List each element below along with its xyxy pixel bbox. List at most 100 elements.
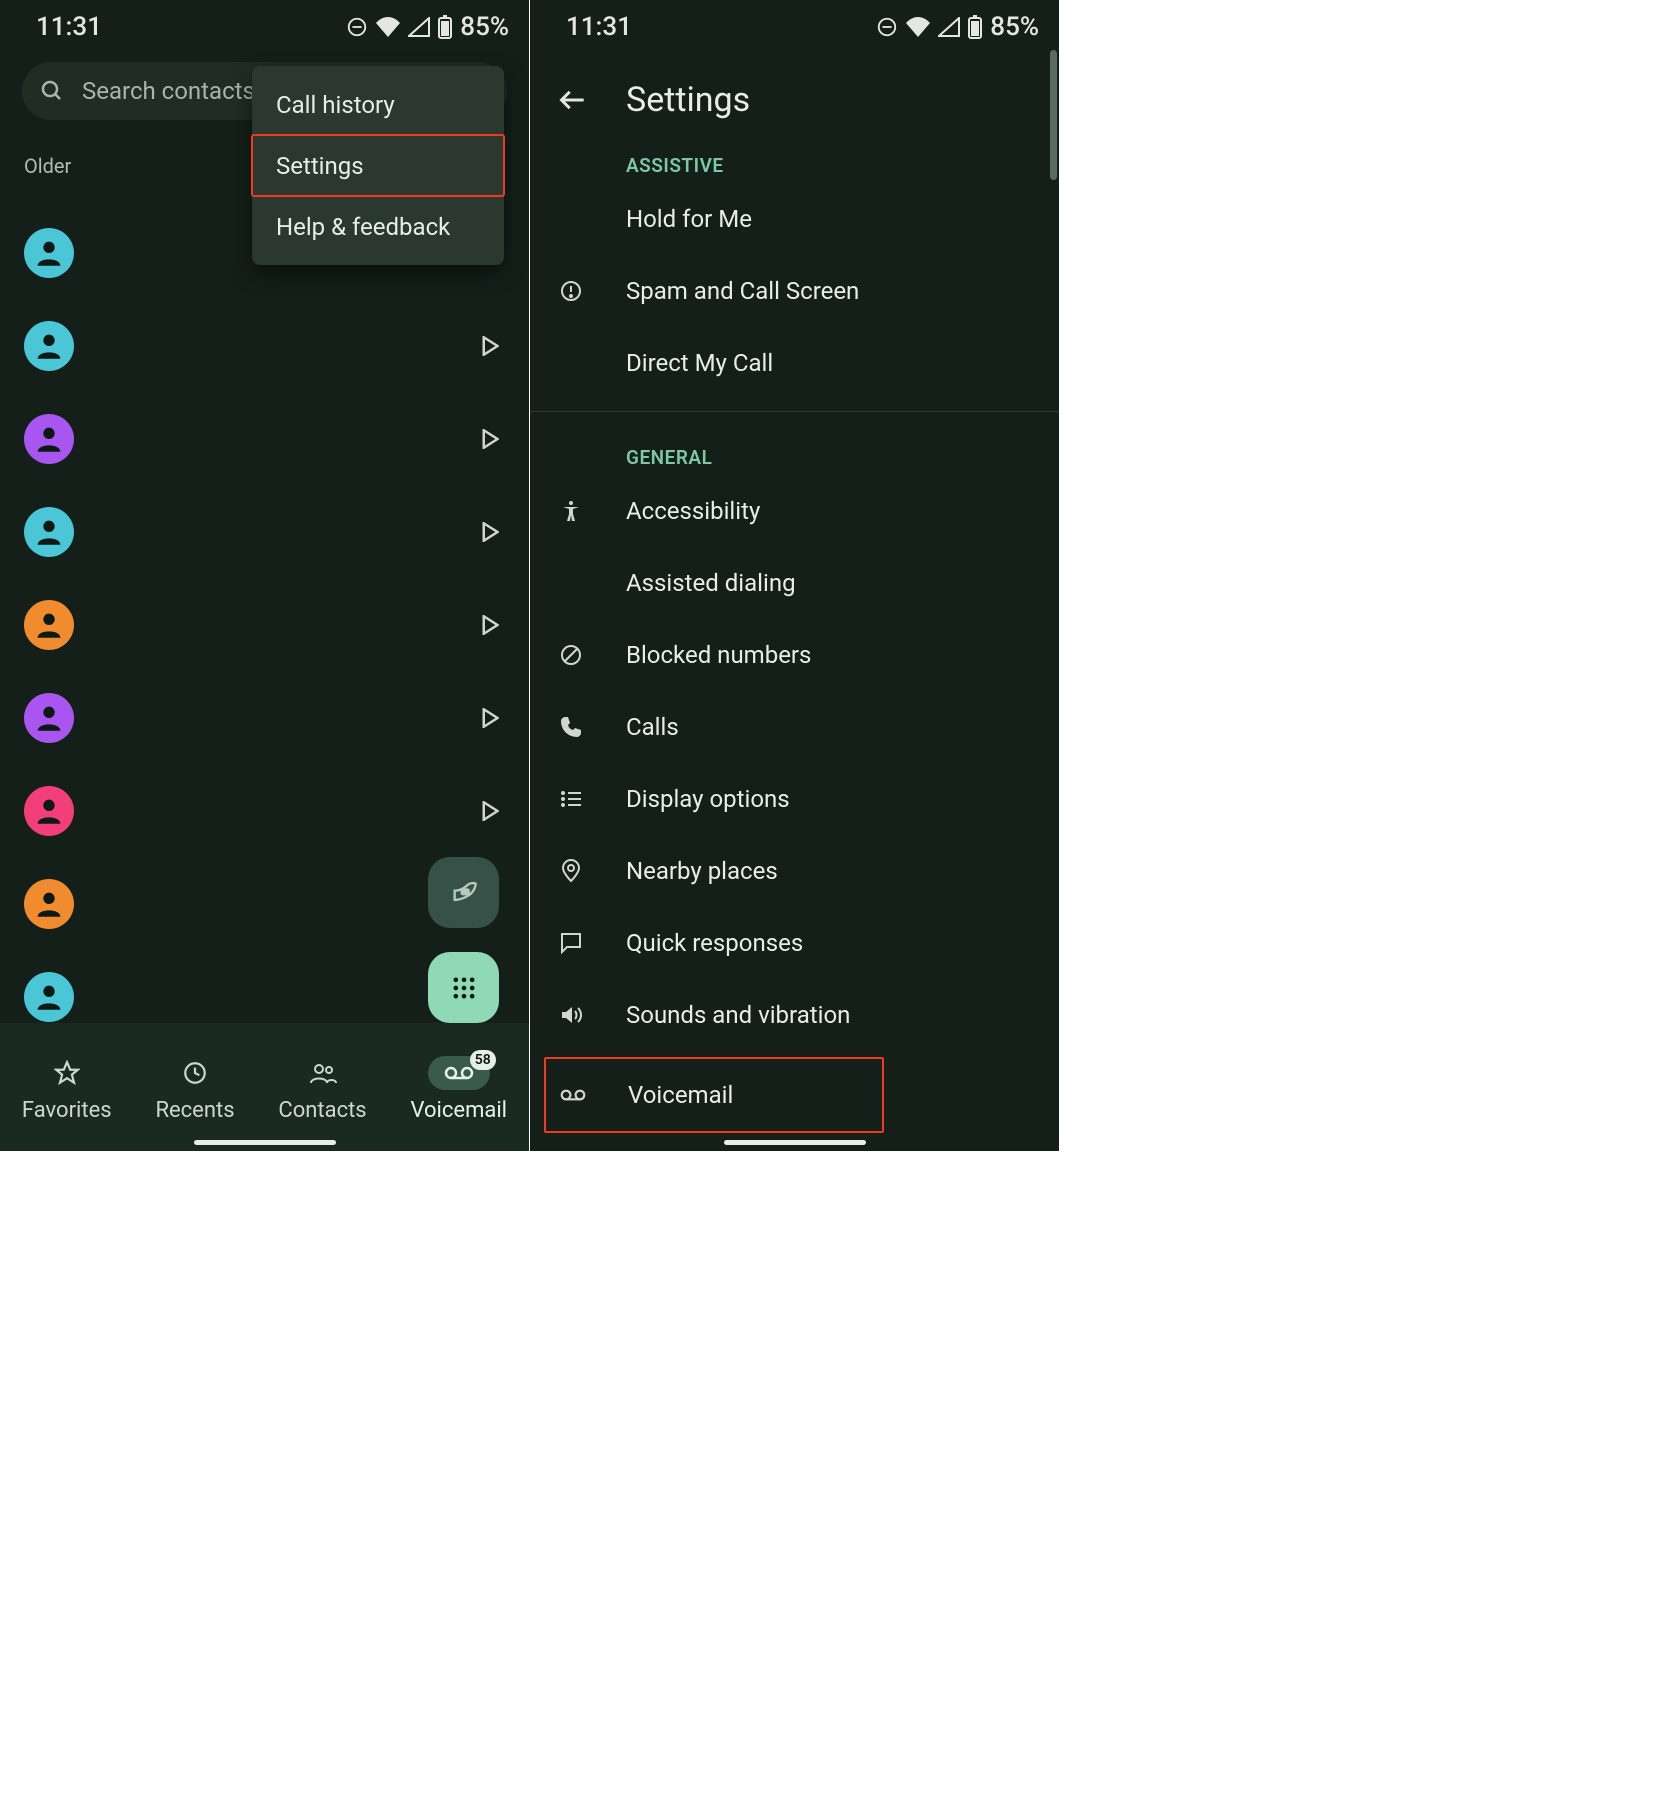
setting-spam-call-screen[interactable]: Spam and Call Screen (530, 255, 1059, 327)
setting-nearby-places[interactable]: Nearby places (530, 835, 1059, 907)
alert-icon (559, 279, 583, 303)
play-icon[interactable] (481, 336, 499, 356)
battery-icon (438, 15, 452, 39)
scrollbar[interactable] (1050, 50, 1057, 180)
play-icon[interactable] (481, 708, 499, 728)
contact-avatar (24, 414, 74, 464)
dnd-icon (876, 16, 898, 38)
people-icon (309, 1060, 337, 1086)
wifi-icon (906, 17, 930, 37)
voicemail-row[interactable] (0, 485, 529, 578)
setting-label: Voicemail (628, 1081, 733, 1109)
tab-recents[interactable]: Recents (155, 1056, 234, 1123)
home-indicator[interactable] (724, 1140, 866, 1145)
signal-icon (938, 17, 960, 37)
menu-help-feedback[interactable]: Help & feedback (252, 196, 504, 257)
setting-display-options[interactable]: Display options (530, 763, 1059, 835)
setting-label: Calls (626, 713, 679, 741)
star-icon (54, 1060, 80, 1086)
play-icon[interactable] (481, 429, 499, 449)
video-icon (450, 879, 478, 907)
tab-label: Recents (155, 1098, 234, 1123)
voicemail-row[interactable] (0, 671, 529, 764)
contact-avatar (24, 879, 74, 929)
dialpad-fab[interactable] (428, 952, 499, 1023)
voicemail-highlight: Voicemail (544, 1057, 884, 1133)
bottom-tabs: Favorites Recents Contacts 58 Voicemail (0, 1023, 529, 1151)
setting-label: Quick responses (626, 929, 803, 957)
pin-icon (559, 859, 583, 883)
setting-direct-my-call[interactable]: Direct My Call (530, 327, 1059, 399)
contact-avatar (24, 600, 74, 650)
contact-avatar (24, 228, 74, 278)
home-indicator[interactable] (194, 1140, 336, 1145)
battery-icon (968, 15, 982, 39)
voicemail-icon (560, 1086, 586, 1104)
battery-percent: 85% (460, 12, 509, 42)
setting-calls[interactable]: Calls (530, 691, 1059, 763)
voicemail-row[interactable] (0, 392, 529, 485)
tab-label: Favorites (22, 1098, 112, 1123)
setting-assisted-dialing[interactable]: Assisted dialing (530, 547, 1059, 619)
battery-percent: 85% (990, 12, 1039, 42)
status-time: 11:31 (36, 12, 102, 42)
setting-blocked-numbers[interactable]: Blocked numbers (530, 619, 1059, 691)
setting-quick-responses[interactable]: Quick responses (530, 907, 1059, 979)
status-time: 11:31 (566, 12, 632, 42)
status-icons: 85% (346, 12, 509, 42)
contact-avatar (24, 507, 74, 557)
tab-contacts[interactable]: Contacts (278, 1056, 366, 1123)
voicemail-row[interactable] (0, 299, 529, 392)
contact-avatar (24, 321, 74, 371)
accessibility-icon (559, 499, 583, 523)
page-title: Settings (626, 80, 750, 120)
menu-settings[interactable]: Settings (252, 135, 504, 196)
status-bar: 11:31 85% (530, 0, 1059, 48)
status-bar: 11:31 85% (0, 0, 529, 48)
phone-settings-screen: 11:31 85% Settings ASSISTIVE Hold for Me… (530, 0, 1059, 1151)
setting-label: Sounds and vibration (626, 1001, 850, 1029)
clock-icon (182, 1060, 208, 1086)
signal-icon (408, 17, 430, 37)
contact-avatar (24, 972, 74, 1022)
voicemail-badge: 58 (470, 1050, 496, 1070)
voicemail-row[interactable] (0, 578, 529, 671)
setting-label: Hold for Me (626, 205, 752, 233)
voicemail-icon (444, 1062, 474, 1084)
setting-label: Display options (626, 785, 790, 813)
section-general: GENERAL (530, 412, 1059, 475)
tab-favorites[interactable]: Favorites (22, 1056, 112, 1123)
tab-label: Voicemail (410, 1098, 507, 1123)
block-icon (559, 643, 583, 667)
chat-icon (559, 931, 583, 955)
setting-label: Blocked numbers (626, 641, 811, 669)
play-icon[interactable] (481, 615, 499, 635)
wifi-icon (376, 17, 400, 37)
setting-label: Nearby places (626, 857, 778, 885)
setting-hold-for-me[interactable]: Hold for Me (530, 183, 1059, 255)
voicemail-row[interactable] (0, 764, 529, 857)
setting-label: Assisted dialing (626, 569, 796, 597)
tab-voicemail[interactable]: 58 Voicemail (410, 1056, 507, 1123)
contact-avatar (24, 786, 74, 836)
video-fab[interactable] (428, 857, 499, 928)
overflow-menu: Call history Settings Help & feedback (252, 66, 504, 265)
dnd-icon (346, 16, 368, 38)
contact-avatar (24, 693, 74, 743)
setting-sounds-vibration[interactable]: Sounds and vibration (530, 979, 1059, 1051)
play-icon[interactable] (481, 801, 499, 821)
setting-accessibility[interactable]: Accessibility (530, 475, 1059, 547)
setting-voicemail[interactable]: Voicemail (546, 1059, 882, 1131)
setting-label: Spam and Call Screen (626, 277, 859, 305)
phone-icon (559, 715, 583, 739)
section-assistive: ASSISTIVE (530, 120, 1059, 183)
setting-label: Accessibility (626, 497, 760, 525)
status-icons: 85% (876, 12, 1039, 42)
back-icon[interactable] (558, 86, 586, 114)
menu-call-history[interactable]: Call history (252, 74, 504, 135)
tab-label: Contacts (278, 1098, 366, 1123)
search-icon (40, 79, 64, 103)
play-icon[interactable] (481, 522, 499, 542)
setting-label: Direct My Call (626, 349, 773, 377)
phone-app-voicemail-screen: 11:31 85% Search contacts & pl Older Fav… (0, 0, 529, 1151)
